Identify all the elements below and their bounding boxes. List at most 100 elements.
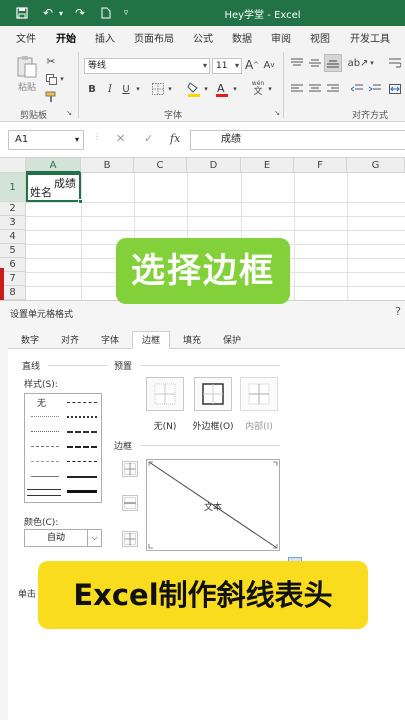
font-size-select[interactable]: 11 ▾ — [212, 58, 242, 74]
cut-icon[interactable]: ✂ — [44, 54, 58, 68]
font-name-select[interactable]: 等线 ▾ — [84, 58, 210, 74]
tab-developer[interactable]: 开发工具 — [350, 30, 390, 45]
row-header-2[interactable]: 2 — [0, 202, 26, 216]
row-header-1[interactable]: 1 — [0, 173, 26, 202]
help-icon[interactable]: ? — [395, 305, 401, 318]
tab-formulas[interactable]: 公式 — [193, 30, 213, 45]
insert-function-icon[interactable]: fx — [170, 132, 180, 145]
dialog-tabs: 数字 对齐 字体 边框 填充 保护 — [8, 331, 405, 349]
row-header-3[interactable]: 3 — [0, 216, 26, 230]
column-header-b[interactable]: B — [81, 158, 134, 173]
line-style-option[interactable] — [67, 402, 97, 403]
border-top-button[interactable] — [122, 461, 138, 477]
tab-view[interactable]: 视图 — [310, 30, 330, 45]
tab-number[interactable]: 数字 — [14, 331, 46, 349]
decrease-indent-icon[interactable] — [350, 82, 364, 96]
column-header-g[interactable]: G — [347, 158, 405, 173]
column-header-a[interactable]: A — [26, 158, 81, 173]
tab-review[interactable]: 审阅 — [271, 30, 291, 45]
tab-font[interactable]: 字体 — [92, 331, 128, 349]
clipboard-launcher-icon[interactable]: ↘ — [64, 108, 74, 118]
tab-home[interactable]: 开始 — [56, 30, 76, 50]
increase-indent-icon[interactable] — [368, 82, 382, 96]
underline-button[interactable]: U — [120, 82, 132, 96]
cell-a1[interactable]: 成绩 姓名 — [26, 173, 83, 204]
shrink-font-button[interactable]: Av — [262, 56, 276, 74]
select-all-corner[interactable] — [0, 158, 26, 173]
merge-center-icon[interactable] — [388, 82, 402, 96]
copy-icon[interactable] — [44, 72, 58, 86]
align-middle-icon[interactable] — [308, 56, 322, 70]
align-bottom-icon[interactable] — [324, 54, 342, 72]
tab-data[interactable]: 数据 — [232, 30, 252, 45]
font-color-dropdown-icon[interactable]: ▾ — [231, 82, 239, 96]
line-style-option[interactable] — [31, 431, 59, 432]
wrap-text-icon[interactable] — [388, 56, 402, 70]
format-painter-icon[interactable] — [44, 90, 58, 104]
preset-none-button[interactable] — [146, 377, 184, 411]
line-style-option[interactable] — [31, 416, 59, 417]
border-preview[interactable]: 文本 — [146, 459, 280, 551]
line-style-option[interactable] — [67, 446, 97, 448]
line-style-option[interactable] — [27, 489, 61, 496]
borders-dropdown-icon[interactable]: ▾ — [166, 82, 174, 96]
phonetic-dropdown-icon[interactable]: ▾ — [266, 82, 274, 96]
column-header-d[interactable]: D — [187, 158, 241, 173]
column-header-e[interactable]: E — [241, 158, 294, 173]
line-style-option[interactable] — [31, 446, 59, 447]
row-header-5[interactable]: 5 — [0, 244, 26, 258]
fill-handle[interactable] — [78, 199, 83, 204]
chevron-down-icon: ⌵ — [87, 530, 101, 546]
line-style-option[interactable] — [67, 490, 97, 493]
row-header-4[interactable]: 4 — [0, 230, 26, 244]
orientation-dropdown-icon[interactable]: ▾ — [368, 56, 376, 70]
line-style-option[interactable] — [31, 476, 59, 477]
font-launcher-icon[interactable]: ↘ — [272, 108, 282, 118]
paste-icon[interactable] — [14, 54, 40, 80]
italic-button[interactable]: I — [104, 82, 116, 96]
line-style-option[interactable] — [31, 461, 59, 462]
underline-dropdown-icon[interactable]: ▾ — [134, 82, 142, 96]
cancel-icon[interactable]: ✕ — [116, 132, 125, 145]
formula-input[interactable]: 成绩 — [190, 130, 405, 150]
tab-fill[interactable]: 填充 — [174, 331, 210, 349]
line-style-option[interactable] — [67, 416, 97, 418]
enter-icon[interactable]: ✓ — [144, 132, 153, 145]
tab-insert[interactable]: 插入 — [95, 30, 115, 45]
align-top-icon[interactable] — [290, 56, 304, 70]
align-right-icon[interactable] — [326, 82, 340, 96]
fill-color-icon[interactable] — [186, 80, 202, 98]
border-bottom-button[interactable] — [122, 531, 138, 547]
preset-outline-button[interactable] — [194, 377, 232, 411]
align-center-icon[interactable] — [308, 82, 322, 96]
borders-icon[interactable] — [150, 81, 166, 97]
cell-a1-top-text: 成绩 — [54, 177, 76, 190]
color-select[interactable]: 自动 ⌵ — [24, 529, 102, 547]
grow-font-button[interactable]: A ^ — [245, 56, 259, 74]
border-middle-button[interactable] — [122, 495, 138, 511]
name-box[interactable]: A1 ▾ — [8, 130, 84, 150]
tab-border[interactable]: 边框 — [132, 331, 170, 349]
preset-inside-button[interactable] — [240, 377, 278, 411]
orientation-icon[interactable]: ab↗ — [348, 56, 369, 70]
line-style-option[interactable] — [67, 461, 97, 462]
column-header-f[interactable]: F — [294, 158, 347, 173]
line-style-list[interactable]: 无 — [24, 393, 102, 503]
tab-file[interactable]: 文件 — [16, 30, 36, 45]
paste-button[interactable]: 粘贴 — [14, 80, 40, 93]
phonetic-guide-button[interactable]: wén 文 — [248, 78, 268, 98]
bold-button[interactable]: B — [86, 82, 98, 96]
gridline — [347, 173, 348, 300]
line-style-option[interactable] — [67, 476, 97, 478]
fill-color-dropdown-icon[interactable]: ▾ — [202, 82, 210, 96]
border-section-label: 边框 — [114, 442, 133, 452]
line-style-none[interactable]: 无 — [37, 396, 46, 409]
tab-page-layout[interactable]: 页面布局 — [134, 30, 174, 45]
align-left-icon[interactable] — [290, 82, 304, 96]
tab-protection[interactable]: 保护 — [214, 331, 250, 349]
font-color-icon[interactable]: A — [214, 80, 230, 98]
tab-alignment[interactable]: 对齐 — [52, 331, 88, 349]
column-header-c[interactable]: C — [134, 158, 187, 173]
line-style-option[interactable] — [67, 431, 97, 433]
copy-dropdown-icon[interactable]: ▾ — [58, 72, 66, 86]
